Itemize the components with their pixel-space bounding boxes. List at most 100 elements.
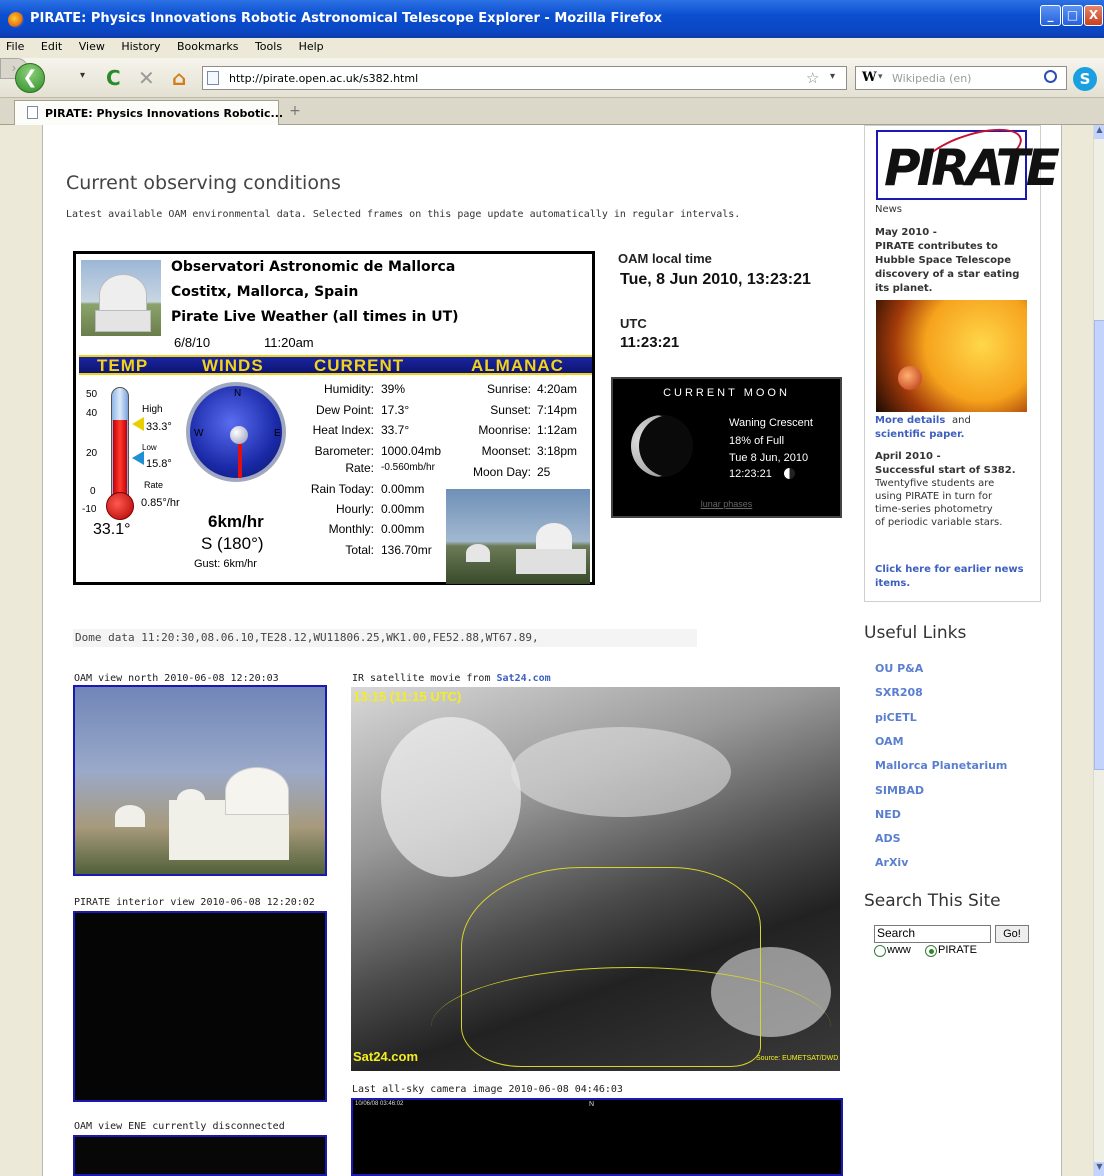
maximize-button[interactable]: □ <box>1062 5 1083 26</box>
low-label: Low <box>142 443 157 452</box>
compass-needle <box>238 438 242 478</box>
current-label: Total: <box>345 543 374 557</box>
menu-edit[interactable]: Edit <box>35 38 69 53</box>
url-text[interactable]: http://pirate.open.ac.uk/s382.html <box>229 72 418 85</box>
history-dropdown-icon[interactable]: ▾ <box>80 70 85 81</box>
almanac-label: Sunset: <box>490 403 531 417</box>
news-label: News <box>875 204 903 215</box>
header-almanac: ALMANAC <box>471 356 564 375</box>
lunar-phases-link[interactable]: lunar phases <box>613 499 840 509</box>
menu-history[interactable]: History <box>115 38 167 53</box>
compass-w: W <box>194 428 204 439</box>
menu-bar: File Edit View History Bookmarks Tools H… <box>0 38 1104 58</box>
url-dropdown-icon[interactable]: ▾ <box>830 71 835 82</box>
thermometer-fill <box>113 420 127 498</box>
current-label: Dew Point: <box>315 403 374 417</box>
bookmark-star-icon[interactable]: ☆ <box>806 69 819 87</box>
current-label: Heat Index: <box>312 423 374 437</box>
page-icon <box>207 71 219 85</box>
tab-pirate[interactable]: PIRATE: Physics Innovations Robotic... <box>14 100 283 125</box>
new-tab-button[interactable]: + <box>283 100 307 124</box>
observatory-photo <box>81 260 161 336</box>
cam-north-image <box>73 685 327 876</box>
minimize-button[interactable]: _ <box>1040 5 1061 26</box>
high-label: High <box>142 404 163 415</box>
useful-link[interactable]: ADS <box>875 832 901 845</box>
sat-caption: IR satellite movie from Sat24.com <box>352 673 551 684</box>
header-winds: WINDS <box>202 356 264 375</box>
sat-timestamp: 13:15 (11:15 UTC) <box>353 689 462 704</box>
intro-text: Latest available OAM environmental data.… <box>66 209 741 220</box>
current-label: Hourly: <box>335 502 374 516</box>
menu-tools[interactable]: Tools <box>249 38 289 53</box>
browser-window: PIRATE: Physics Innovations Robotic Astr… <box>0 0 1104 1176</box>
useful-link[interactable]: NED <box>875 808 901 821</box>
useful-link[interactable]: SXR208 <box>875 686 923 699</box>
content-viewport: Current observing conditions Latest avai… <box>0 125 1104 1176</box>
search-engine-dropdown-icon[interactable]: ▾ <box>878 72 883 82</box>
navigation-toolbar: ❮ › ▾ C ✕ ⌂ http://pirate.open.ac.uk/s38… <box>0 58 1104 98</box>
site-search-input[interactable]: Search <box>874 925 991 943</box>
more-details-link[interactable]: More details <box>875 415 945 426</box>
scroll-thumb[interactable] <box>1094 320 1104 770</box>
site-name: Observatori Astronomic de Mallorca <box>171 259 456 275</box>
menu-bookmarks[interactable]: Bookmarks <box>171 38 245 53</box>
search-bar[interactable]: W ▾ Wikipedia (en) <box>855 66 1067 90</box>
temp-tick: 40 <box>86 408 98 419</box>
radio-pirate-label: PIRATE <box>938 944 977 956</box>
stop-button[interactable]: ✕ <box>138 66 155 90</box>
reload-button[interactable]: C <box>106 66 121 90</box>
weather-time: 11:20am <box>264 335 314 350</box>
earlier-news-link[interactable]: Click here for earlier news <box>875 564 1024 575</box>
useful-link[interactable]: SIMBAD <box>875 784 924 797</box>
scientific-paper-link[interactable]: scientific paper. <box>875 429 964 440</box>
scroll-down-button[interactable]: ▼ <box>1094 1162 1104 1176</box>
menu-help[interactable]: Help <box>293 38 331 53</box>
useful-link[interactable]: OAM <box>875 735 904 748</box>
almanac-label: Moonrise: <box>478 423 531 437</box>
menu-file[interactable]: File <box>0 38 31 53</box>
almanac-value: 3:18pm <box>537 444 578 458</box>
menu-view[interactable]: View <box>73 38 112 53</box>
search-go-button[interactable]: Go! <box>995 925 1029 943</box>
useful-link[interactable]: ArXiv <box>875 856 908 869</box>
wind-speed: 6km/hr <box>208 512 264 531</box>
useful-link[interactable]: piCETL <box>875 711 917 724</box>
vertical-scrollbar[interactable]: ▲ ▼ <box>1093 125 1104 1176</box>
skype-icon[interactable]: S <box>1073 67 1097 91</box>
useful-link[interactable]: Mallorca Planetarium <box>875 759 1007 772</box>
temp-tick: -10 <box>82 504 97 515</box>
wikipedia-icon[interactable]: W <box>862 70 877 85</box>
header-current: CURRENT <box>314 356 405 375</box>
allsky-north: N <box>589 1101 595 1108</box>
and-text: and <box>952 415 971 426</box>
page-heading: Current observing conditions <box>66 172 341 194</box>
star-planet-image[interactable] <box>876 300 1027 412</box>
almanac-value: 4:20am <box>537 382 578 396</box>
dome-data: Dome data 11:20:30,08.06.10,TE28.12,WU11… <box>73 629 697 647</box>
search-icon[interactable] <box>1044 70 1057 83</box>
search-input[interactable]: Wikipedia (en) <box>892 72 971 85</box>
news1-date: May 2010 - <box>875 227 937 238</box>
radio-www[interactable] <box>874 945 886 957</box>
moon-image <box>631 415 693 477</box>
scroll-up-button[interactable]: ▲ <box>1094 125 1104 139</box>
useful-link[interactable]: OU P&A <box>875 662 923 675</box>
current-value: 1000.04mb <box>381 444 442 458</box>
news2-body: time-series photometry <box>875 504 993 515</box>
pirate-logo: PIRATE <box>876 125 1060 200</box>
almanac-value: 7:14pm <box>537 403 578 417</box>
almanac-label: Sunrise: <box>486 382 531 396</box>
cam-north-caption: OAM view north 2010-06-08 12:20:03 <box>74 673 279 684</box>
wind-compass: N W E <box>186 382 286 482</box>
home-button[interactable]: ⌂ <box>172 66 186 90</box>
close-button[interactable]: X <box>1084 5 1103 26</box>
radio-pirate[interactable] <box>925 945 937 957</box>
thermometer-bulb <box>106 492 134 520</box>
current-value: 136.70mr <box>381 543 432 557</box>
sat24-link[interactable]: Sat24.com <box>497 673 551 684</box>
utc-label: UTC <box>620 316 647 331</box>
earlier-news-link[interactable]: items. <box>875 578 910 589</box>
address-bar[interactable]: http://pirate.open.ac.uk/s382.html ☆ ▾ <box>202 66 847 90</box>
back-button[interactable]: ❮ <box>15 63 45 93</box>
